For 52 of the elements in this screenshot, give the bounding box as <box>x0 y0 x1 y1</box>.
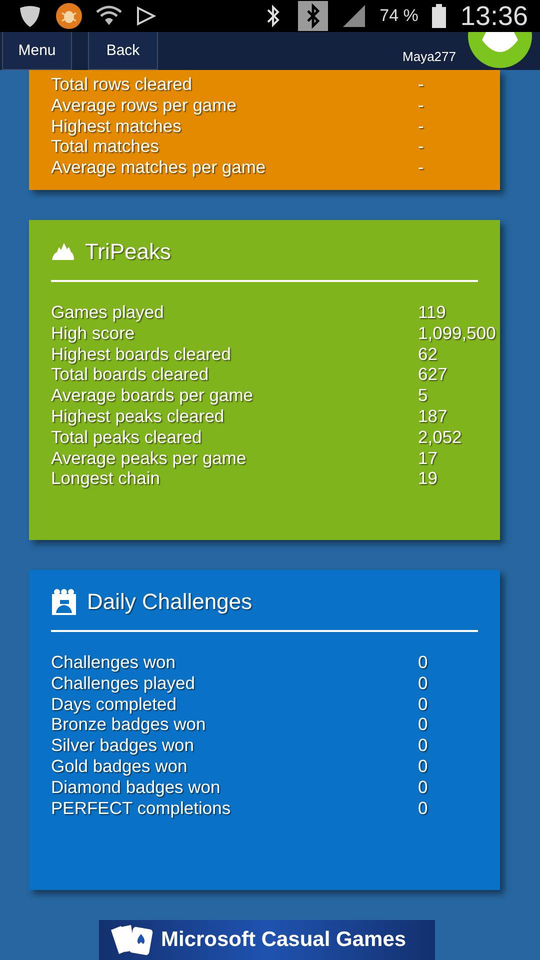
stat-label: Average matches per game <box>51 157 267 178</box>
stat-label: High score <box>51 322 136 344</box>
stat-label: Challenges played <box>51 672 196 694</box>
stat-value: 19 <box>418 468 438 490</box>
stat-value: 1,099,500 <box>418 322 496 344</box>
section-title: TriPeaks <box>85 239 171 265</box>
stat-value: - <box>418 136 425 158</box>
stat-label: Highest boards cleared <box>51 344 232 365</box>
stat-label: Longest chain <box>51 468 161 490</box>
stat-label: Average peaks per game <box>51 448 248 469</box>
stat-value: 0 <box>418 672 429 694</box>
stat-value: 187 <box>418 406 448 427</box>
stat-value: - <box>418 116 425 137</box>
stat-value: 0 <box>418 714 429 736</box>
stat-value: 0 <box>418 776 429 798</box>
username: Maya277 <box>402 49 456 64</box>
stat-label: Gold badges won <box>51 756 188 777</box>
back-button[interactable]: Back <box>88 32 158 70</box>
stat-value: - <box>418 94 425 116</box>
stat-label: Total rows cleared <box>51 74 194 95</box>
stat-value: 0 <box>418 735 429 756</box>
stat-label: Silver badges won <box>51 735 195 756</box>
stat-value: 119 <box>418 302 447 323</box>
battery-percent: 74 % <box>380 6 418 26</box>
stat-label: Highest peaks cleared <box>51 406 226 427</box>
stat-label: Highest matches <box>51 116 182 137</box>
stat-value: - <box>418 74 425 95</box>
stat-value: 0 <box>418 798 429 819</box>
stat-value: 2,052 <box>418 426 463 448</box>
stat-value: 17 <box>418 448 438 469</box>
stat-value: - <box>418 157 425 178</box>
stat-label: Games played <box>51 302 165 323</box>
stat-label: Average boards per game <box>51 385 254 406</box>
stat-label: Total boards cleared <box>51 364 210 386</box>
stat-label: Challenges won <box>51 652 177 673</box>
stat-label: Total matches <box>51 136 160 158</box>
stat-label: Total peaks cleared <box>51 426 203 448</box>
stat-value: 62 <box>418 344 438 365</box>
stat-value: 5 <box>418 385 429 406</box>
stat-label: PERFECT completions <box>51 798 232 819</box>
stat-value: 0 <box>418 694 429 715</box>
stat-value: 0 <box>418 756 429 777</box>
stat-value: 0 <box>418 652 429 673</box>
section-title: Daily Challenges <box>87 589 252 615</box>
stat-label: Diamond badges won <box>51 776 222 798</box>
brand-name: Microsoft Casual Games <box>161 928 406 952</box>
stat-label: Days completed <box>51 694 178 715</box>
stat-label: Bronze badges won <box>51 714 207 736</box>
clock-time: 13:36 <box>460 0 528 32</box>
stat-label: Average rows per game <box>51 94 238 116</box>
menu-button[interactable]: Menu <box>2 32 72 70</box>
stat-value: 627 <box>418 364 448 386</box>
